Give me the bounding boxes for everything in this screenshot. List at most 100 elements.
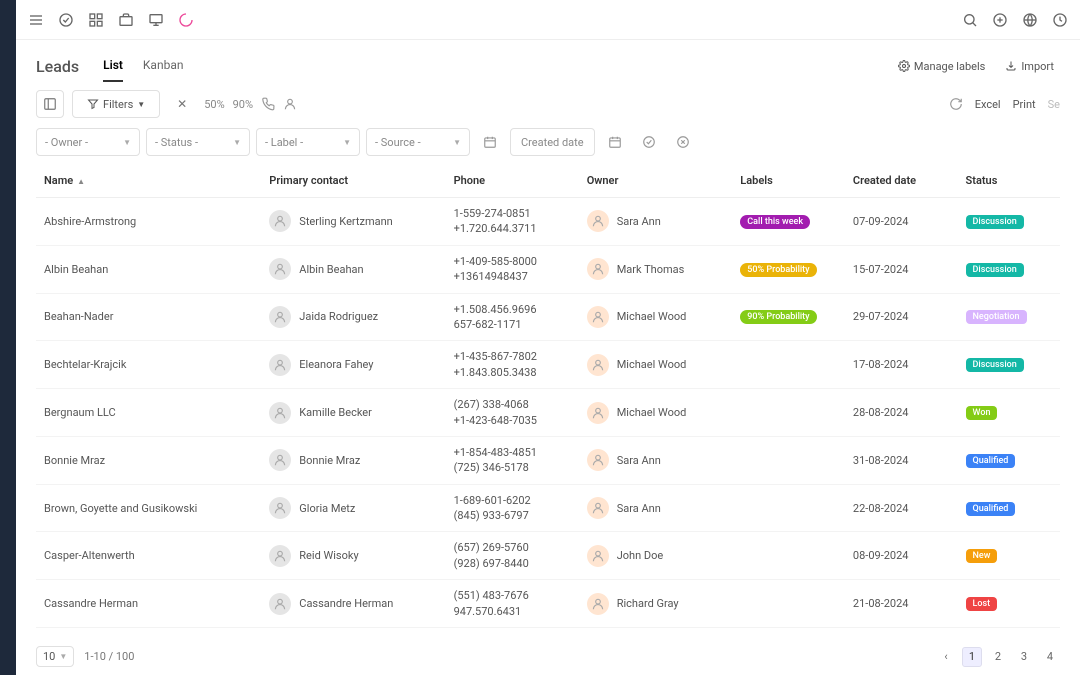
label-select[interactable]: - Label -▼ (256, 128, 360, 156)
phone-number: 1-559-274-0851 (454, 206, 571, 221)
cell-phone: +1-854-483-4851(725) 346-5178 (446, 436, 579, 484)
avatar (587, 306, 609, 328)
person-icon[interactable] (283, 97, 297, 111)
table-row[interactable]: Bonnie Mraz Bonnie Mraz +1-854-483-4851(72… (36, 436, 1060, 484)
cell-label (732, 484, 845, 532)
table-row[interactable]: Brown, Goyette and GusikowskiGloria Metz… (36, 484, 1060, 532)
cell-label (732, 532, 845, 580)
contact-name: Jaida Rodriguez (299, 310, 378, 323)
owner-name: Michael Wood (617, 406, 687, 419)
grid-icon[interactable] (88, 12, 104, 28)
tab-kanban[interactable]: Kanban (143, 50, 184, 82)
created-date-filter[interactable]: Created date (510, 128, 595, 156)
avatar (587, 402, 609, 424)
pager-page[interactable]: 2 (988, 647, 1008, 667)
export-print[interactable]: Print (1013, 98, 1036, 111)
check-circle-icon[interactable] (58, 12, 74, 28)
menu-icon[interactable] (28, 12, 44, 28)
clock-icon[interactable] (1052, 12, 1068, 28)
filter-chip-50[interactable]: 50% (204, 98, 224, 111)
phone-number: +1-435-867-7802 (454, 349, 571, 364)
pager-page[interactable]: 4 (1040, 647, 1060, 667)
table-row[interactable]: Bergnaum LLCKamille Becker(267) 338-4068… (36, 389, 1060, 437)
import-button[interactable]: Import (999, 56, 1060, 77)
apply-filter-icon[interactable] (635, 128, 663, 156)
briefcase-icon[interactable] (118, 12, 134, 28)
search-trunc[interactable]: Se (1048, 98, 1060, 111)
clear-filter-button[interactable]: ✕ (168, 90, 196, 118)
table-row[interactable]: Casper-AltenwerthReid Wisoky(657) 269-57… (36, 532, 1060, 580)
page-header: Leads List Kanban Manage labels Import (16, 40, 1080, 82)
table-row[interactable]: Cassin and SonsWebster Nicolas(205) 360-… (36, 628, 1060, 638)
avatar (269, 545, 291, 567)
plus-circle-icon[interactable] (992, 12, 1008, 28)
label-select-label: - Label - (265, 136, 303, 149)
th-labels[interactable]: Labels (732, 164, 845, 198)
export-excel[interactable]: Excel (975, 98, 1001, 111)
phone-number: (657) 269-5760 (454, 540, 571, 555)
cell-contact: Cassandre Herman (261, 580, 445, 628)
range-text: 1-10 / 100 (84, 650, 134, 663)
table-row[interactable]: Abshire-ArmstrongSterling Kertzmann1-559… (36, 198, 1060, 246)
pager-page[interactable]: 3 (1014, 647, 1034, 667)
filter-chip-90[interactable]: 90% (233, 98, 253, 111)
pager: ‹ 1234 (936, 647, 1060, 667)
monitor-icon[interactable] (148, 12, 164, 28)
th-owner[interactable]: Owner (579, 164, 733, 198)
toolbar: Filters ▼ ✕ 50% 90% Excel Print Se (16, 82, 1080, 128)
cell-owner: Sara Ann (579, 198, 733, 246)
cell-contact: Kamille Becker (261, 389, 445, 437)
cell-created: 28-08-2024 (845, 389, 958, 437)
search-icon[interactable] (962, 12, 978, 28)
filters-label: Filters (103, 98, 133, 111)
cell-owner: Sara Ann (579, 436, 733, 484)
source-select[interactable]: - Source -▼ (366, 128, 470, 156)
phone-number: +1.843.805.3438 (454, 365, 571, 380)
status-select[interactable]: - Status -▼ (146, 128, 250, 156)
cell-contact: Albin Beahan (261, 245, 445, 293)
cell-created: 07-09-2024 (845, 198, 958, 246)
loading-icon[interactable] (178, 12, 194, 28)
cell-phone: (205) 360-2071+1.640.416.2908 (446, 628, 579, 638)
owner-name: Michael Wood (617, 310, 687, 323)
cell-name: Bonnie Mraz (36, 436, 261, 484)
th-created[interactable]: Created date (845, 164, 958, 198)
calendar-to-icon[interactable] (601, 128, 629, 156)
clear-filter-icon[interactable] (669, 128, 697, 156)
th-name[interactable]: Name▲ (36, 164, 261, 198)
sidebar (0, 0, 16, 675)
manage-labels-button[interactable]: Manage labels (892, 56, 991, 77)
table-footer: 10▼ 1-10 / 100 ‹ 1234 (16, 638, 1080, 675)
cell-owner: Sara Ann (579, 484, 733, 532)
table-row[interactable]: Beahan-NaderJaida Rodriguez+1.508.456.96… (36, 293, 1060, 341)
phone-icon[interactable] (261, 97, 275, 111)
status-badge: Discussion (966, 215, 1024, 229)
globe-icon[interactable] (1022, 12, 1038, 28)
owner-select[interactable]: - Owner -▼ (36, 128, 140, 156)
table-row[interactable]: Albin BeahanAlbin Beahan+1-409-585-8000+… (36, 245, 1060, 293)
page-size-select[interactable]: 10▼ (36, 646, 74, 667)
cell-label (732, 436, 845, 484)
cell-status: Qualified (958, 436, 1060, 484)
cell-label (732, 389, 845, 437)
calendar-from-icon[interactable] (476, 128, 504, 156)
th-status[interactable]: Status (958, 164, 1060, 198)
refresh-icon[interactable] (949, 97, 963, 111)
contact-name: Bonnie Mraz (299, 454, 360, 467)
pager-prev[interactable]: ‹ (936, 647, 956, 667)
tab-list[interactable]: List (103, 50, 123, 82)
table-row[interactable]: Bechtelar-KrajcikEleanora Fahey+1-435-86… (36, 341, 1060, 389)
phone-number: (928) 697-8440 (454, 556, 571, 571)
th-contact[interactable]: Primary contact (261, 164, 445, 198)
pager-page[interactable]: 1 (962, 647, 982, 667)
layout-toggle-button[interactable] (36, 90, 64, 118)
cell-owner: Mark Thomas (579, 245, 733, 293)
phone-number: (845) 933-6797 (454, 508, 571, 523)
th-phone[interactable]: Phone (446, 164, 579, 198)
filters-button[interactable]: Filters ▼ (72, 90, 160, 118)
table-row[interactable]: Cassandre HermanCassandre Herman(551) 48… (36, 580, 1060, 628)
cell-contact: Bonnie Mraz (261, 436, 445, 484)
page-title: Leads (36, 57, 79, 76)
cell-contact: Jaida Rodriguez (261, 293, 445, 341)
avatar (587, 497, 609, 519)
